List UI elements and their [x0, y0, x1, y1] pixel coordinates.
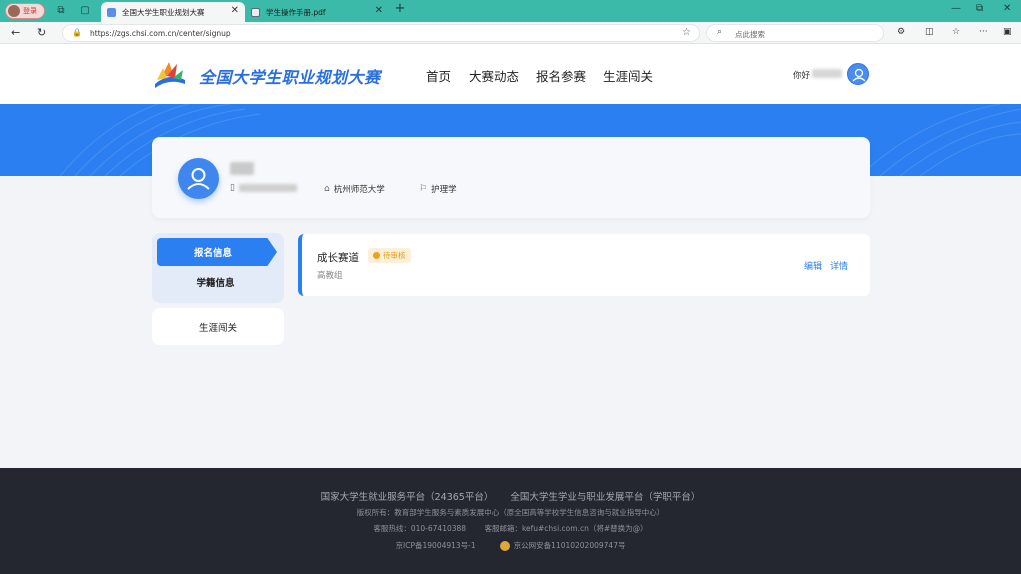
site-favicon-icon — [107, 7, 116, 17]
site-footer: 国家大学生就业服务平台（24365平台） 全国大学生学业与职业发展平台（学职平台… — [0, 468, 1021, 574]
nav-signup[interactable]: 报名参赛 — [536, 66, 586, 85]
police-record: 京公网安备11010202009747号 — [513, 541, 626, 550]
footer-records: 京ICP备19004913号-1 京公网安备11010202009747号 — [0, 540, 1021, 551]
profile-button[interactable]: 登录 — [5, 3, 45, 19]
lock-icon: 🔒 — [72, 28, 82, 37]
split-screen-icon[interactable]: ◫ — [925, 27, 934, 37]
profile-avatar — [178, 158, 219, 199]
menu-item-enrollment-info[interactable]: 学籍信息 — [152, 275, 279, 289]
address-bar-row: ← ↻ 🔒 https://zgs.chsi.com.cn/center/sig… — [0, 22, 1021, 44]
menu-item-career-challenge[interactable]: 生涯闯关 — [152, 308, 284, 345]
nav-news[interactable]: 大赛动态 — [469, 66, 519, 85]
favorites-icon[interactable]: ☆ — [952, 27, 960, 37]
major-meta: ⚐ 护理学 — [419, 183, 457, 195]
school-icon: ⌂ — [324, 184, 330, 194]
minimize-icon[interactable]: — — [951, 3, 961, 14]
profile-label: 登录 — [23, 7, 37, 15]
sidebar-icon[interactable]: ▣ — [1003, 27, 1012, 37]
track-title: 成长赛道 — [317, 252, 359, 264]
close-tab-icon[interactable]: ✕ — [231, 5, 239, 16]
tab-title: 全国大学生职业规划大赛 — [122, 7, 205, 17]
school-meta: ⌂ 杭州师范大学 — [324, 183, 385, 195]
site-title[interactable]: 全国大学生职业规划大赛 — [199, 64, 381, 88]
pending-icon — [373, 252, 380, 259]
id-card-icon: ▯ — [230, 183, 235, 193]
status-text: 待审核 — [383, 251, 406, 260]
nav-home[interactable]: 首页 — [426, 66, 451, 85]
workspaces-icon[interactable]: ⧉ — [54, 4, 68, 18]
browser-tab-bar: 登录 ⧉ ▢ 全国大学生职业规划大赛 ✕ 学生操作手册.pdf ✕ + — ⧉ … — [0, 0, 1021, 22]
tab-pdf[interactable]: 学生操作手册.pdf ✕ — [245, 2, 389, 22]
user-name-redacted — [812, 69, 842, 78]
profile-avatar — [8, 5, 20, 17]
status-badge: 待审核 — [368, 248, 411, 263]
footer-platforms[interactable]: 国家大学生就业服务平台（24365平台） 全国大学生学业与职业发展平台（学职平台… — [0, 489, 1021, 503]
school-name: 杭州师范大学 — [333, 185, 385, 195]
close-tab-icon[interactable]: ✕ — [375, 5, 383, 16]
signup-entry-card: 成长赛道 待审核 高教组 编辑 详情 — [298, 234, 870, 296]
search-icon: ⌕ — [717, 27, 723, 37]
profile-card: ▯ ⌂ 杭州师范大学 ⚐ 护理学 — [152, 137, 870, 218]
back-icon[interactable]: ← — [11, 26, 20, 39]
extensions-icon[interactable]: ⚙ — [897, 27, 905, 37]
url-text: https://zgs.chsi.com.cn/center/signup — [90, 29, 231, 38]
user-icon — [187, 168, 210, 190]
user-avatar[interactable] — [847, 63, 869, 85]
tab-title: 学生操作手册.pdf — [266, 7, 326, 17]
site-header: 全国大学生职业规划大赛 首页 大赛动态 报名参赛 生涯闯关 你好 — [0, 44, 1021, 104]
refresh-icon[interactable]: ↻ — [37, 26, 46, 39]
detail-link[interactable]: 详情 — [830, 259, 848, 272]
footer-copyright: 版权所有：教育部学生服务与素质发展中心（原全国高等学校学生信息咨询与就业指导中心… — [356, 508, 665, 517]
search-input[interactable]: ⌕ 点此搜索 — [706, 24, 884, 42]
police-badge-icon — [499, 541, 510, 551]
major-icon: ⚐ — [419, 184, 428, 194]
student-name-redacted — [230, 162, 254, 175]
tab-actions-icon[interactable]: ▢ — [78, 4, 92, 18]
search-placeholder: 点此搜索 — [735, 30, 765, 39]
address-bar[interactable]: 🔒 https://zgs.chsi.com.cn/center/signup … — [62, 24, 700, 42]
nav-career[interactable]: 生涯闯关 — [603, 66, 653, 85]
edit-link[interactable]: 编辑 — [804, 259, 822, 272]
user-icon — [852, 68, 866, 82]
student-id-redacted — [238, 184, 297, 192]
police-record-wrap[interactable]: 京公网安备11010202009747号 — [499, 540, 626, 551]
close-window-icon[interactable]: ✕ — [1003, 3, 1011, 14]
tab-competition[interactable]: 全国大学生职业规划大赛 ✕ — [101, 2, 245, 22]
icp-record[interactable]: 京ICP备19004913号-1 — [396, 540, 476, 551]
more-icon[interactable]: ··· — [979, 27, 988, 37]
student-id-meta: ▯ — [230, 183, 297, 193]
restore-icon[interactable]: ⧉ — [976, 3, 983, 14]
menu-item-signup-info[interactable]: 报名信息 — [157, 238, 277, 266]
favorite-star-icon[interactable]: ☆ — [682, 27, 691, 38]
footer-contact: 客服热线：010-67410388 客服邮箱：kefu#chsi.com.cn（… — [373, 524, 648, 533]
group-name: 高教组 — [317, 271, 343, 281]
competition-logo-icon[interactable] — [151, 58, 188, 90]
pdf-favicon-icon — [251, 7, 260, 17]
major-name: 护理学 — [431, 185, 457, 195]
greeting-text: 你好 — [793, 71, 811, 81]
new-tab-icon[interactable]: + — [393, 2, 407, 16]
side-menu-group: 报名信息 学籍信息 — [152, 233, 284, 303]
